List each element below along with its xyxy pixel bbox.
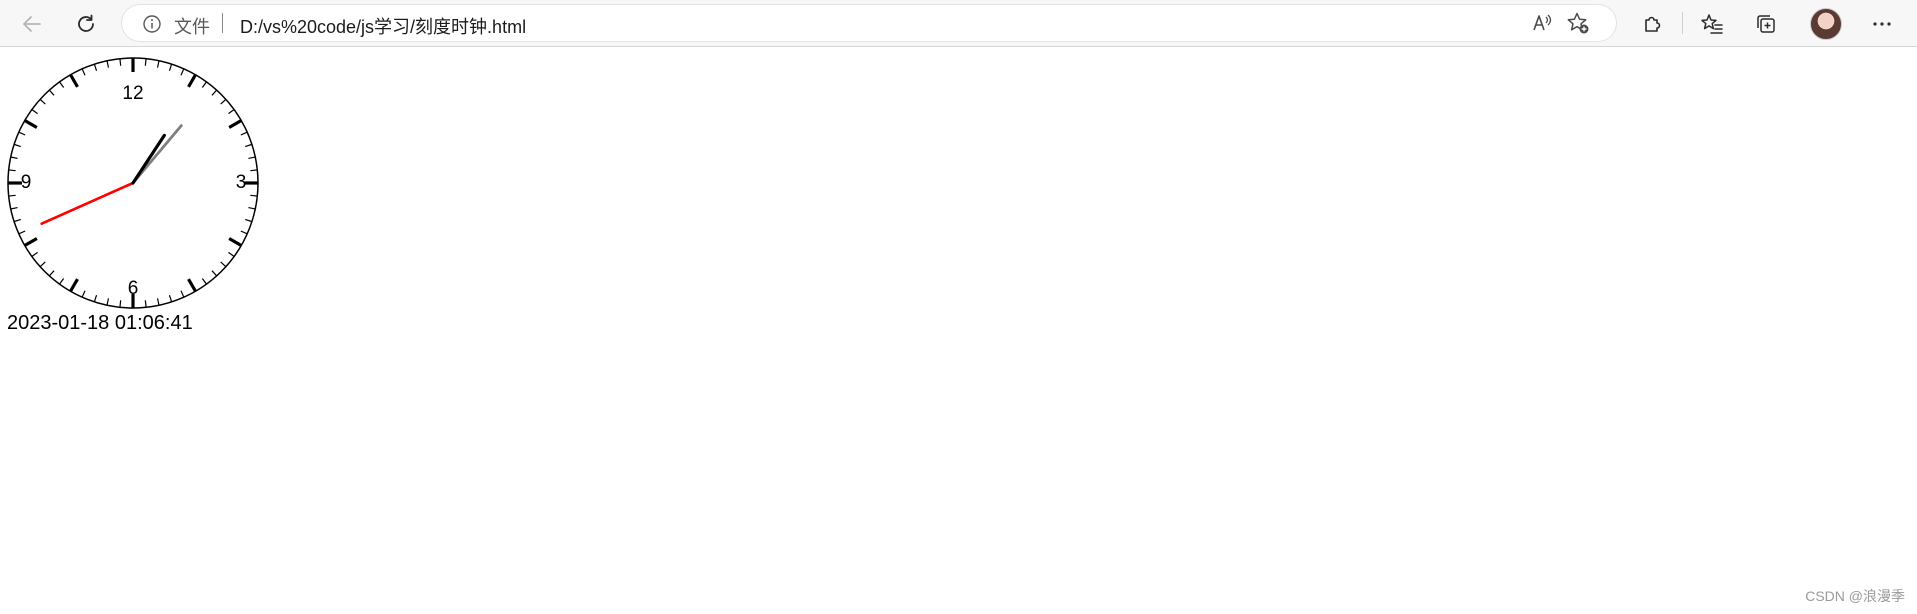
minute-tick [144,58,147,66]
more-menu-icon[interactable] [1864,6,1900,42]
minute-tick [250,169,258,172]
numeral-6: 6 [128,278,139,299]
analog-clock: 12 3 6 9 [7,57,259,309]
extensions-icon[interactable] [1634,6,1670,42]
minute-tick [250,194,258,197]
minute-tick [144,300,147,308]
collections-icon[interactable] [1748,6,1784,42]
minute-tick [119,300,122,308]
profile-avatar[interactable] [1810,8,1842,40]
browser-toolbar: 文件 D:/vs%20code/js学习/刻度时钟.html [0,0,1917,47]
favorites-icon[interactable] [1694,6,1730,42]
page-content: 12 3 6 9 2023-01-18 01:06:41 [0,48,1917,614]
add-favorite-icon[interactable] [1566,11,1590,35]
watermark: CSDN @浪漫季 [1805,588,1905,604]
back-arrow-icon[interactable] [14,6,50,42]
numeral-3: 3 [236,172,247,193]
address-divider [222,13,223,33]
read-aloud-icon[interactable] [1530,11,1554,35]
info-icon[interactable] [142,14,162,39]
refresh-icon[interactable] [68,6,104,42]
address-bar[interactable]: 文件 D:/vs%20code/js学习/刻度时钟.html [122,5,1616,41]
minute-tick [8,169,16,172]
toolbar-divider [1682,12,1683,34]
address-url[interactable]: D:/vs%20code/js学习/刻度时钟.html [240,13,526,39]
numeral-9: 9 [21,172,32,193]
clock-datetime-text: 2023-01-18 01:06:41 [7,312,193,334]
minute-tick [8,194,16,197]
address-scheme-label: 文件 [174,17,210,37]
numeral-12: 12 [122,83,143,104]
minute-tick [119,58,122,66]
